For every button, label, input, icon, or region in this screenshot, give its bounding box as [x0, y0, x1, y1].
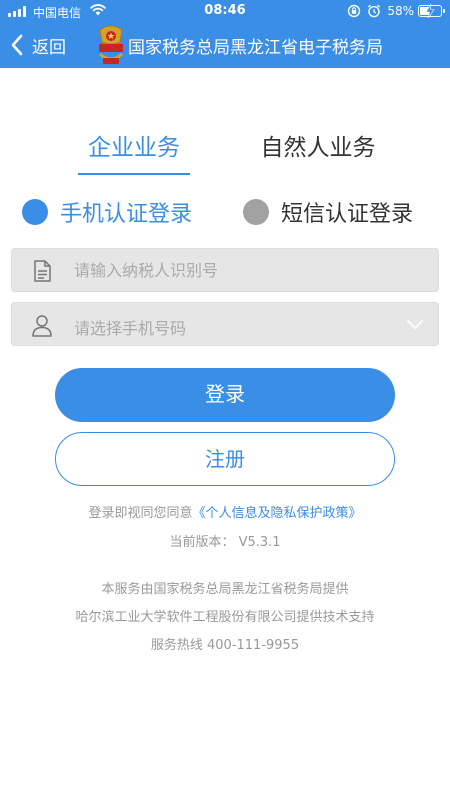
privacy-policy-link[interactable]: 《个人信息及隐私保护政策》 [193, 506, 362, 521]
register-button[interactable]: 注册 [55, 432, 395, 486]
radio-unselected-icon [243, 199, 269, 225]
radio-selected-icon [22, 199, 48, 225]
tax-emblem-icon [98, 25, 124, 64]
back-chevron-icon [11, 34, 23, 56]
nav-bar: 返回 国家税务总局黑龙江省电子税务局 [0, 22, 450, 68]
app-header: 中国电信 08:46 58% 返回 国家税务总局黑龙江省电子税务局 [0, 0, 450, 68]
radio-phone-auth-login[interactable]: 手机认证登录 [22, 196, 192, 228]
active-tab-underline [78, 173, 190, 175]
privacy-agreement: 登录即视同您同意《个人信息及隐私保护政策》 [0, 502, 450, 521]
taxpayer-id-field [11, 248, 439, 292]
radio-label: 短信认证登录 [281, 202, 414, 227]
phone-select-field[interactable]: 请选择手机号码 [11, 302, 439, 346]
back-label: 返回 [32, 37, 66, 58]
footer-tech-support: 哈尔滨工业大学软件工程股份有限公司提供技术支持 [75, 610, 375, 625]
battery-percent: 58% [387, 4, 414, 18]
tab-label: 自然人业务 [260, 135, 376, 161]
tab-label: 企业业务 [88, 135, 180, 161]
agreement-prefix: 登录即视同您同意 [88, 506, 193, 521]
login-button[interactable]: 登录 [55, 368, 395, 422]
charging-bolt-icon [425, 4, 435, 18]
taxpayer-id-input[interactable] [74, 249, 404, 291]
tab-company-business[interactable]: 企业业务 [72, 128, 196, 178]
alarm-icon [368, 4, 381, 18]
radio-sms-auth-login[interactable]: 短信认证登录 [243, 196, 413, 228]
orientation-lock-icon [348, 4, 361, 18]
footer-provider: 本服务由国家税务总局黑龙江省税务局提供 [101, 582, 349, 597]
document-icon [34, 260, 51, 282]
user-icon [32, 315, 52, 337]
footer-hotline: 服务热线 400-111-9955 [150, 638, 300, 653]
status-bar: 中国电信 08:46 58% [0, 0, 450, 22]
phone-select-placeholder: 请选择手机号码 [74, 319, 187, 338]
battery-icon [418, 4, 445, 18]
status-right-group: 58% [347, 3, 445, 19]
version-label: 当前版本： V5.3.1 [169, 535, 281, 550]
tab-natural-person-business[interactable]: 自然人业务 [252, 128, 384, 178]
chevron-down-icon [407, 320, 423, 329]
page-title: 国家税务总局黑龙江省电子税务局 [128, 38, 383, 58]
radio-label: 手机认证登录 [60, 202, 193, 227]
back-button[interactable]: 返回 [10, 30, 66, 60]
